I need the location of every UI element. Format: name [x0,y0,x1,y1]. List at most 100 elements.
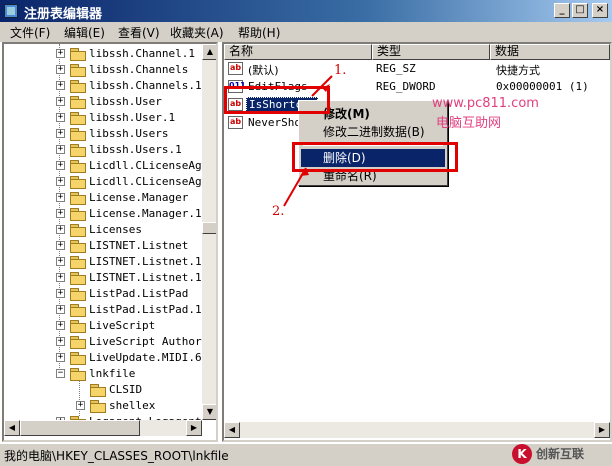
context-menu-modify-binary[interactable]: 修改二进制数据(B) [301,123,445,141]
tree-node[interactable]: + LiveUpdate.MIDI.6 [4,350,202,366]
expand-plus-icon[interactable]: + [56,321,65,330]
tree-node[interactable]: CLSID [4,382,200,398]
tree-node-label: libssh.User.1 [89,111,176,124]
scroll-up-arrow-icon[interactable]: ▲ [202,44,216,60]
menu-bar: 文件(F) 编辑(E) 查看(V) 收藏夹(A) 帮助(H) [0,22,612,42]
expand-plus-icon[interactable]: + [56,145,65,154]
tree-node[interactable]: + libssh.Users [4,126,200,142]
close-button[interactable]: × [592,3,608,18]
tree-node[interactable]: − lnkfile [4,366,200,382]
tree-node[interactable]: + LiveScript Author [4,334,202,350]
folder-icon [70,128,86,141]
expand-plus-icon[interactable]: + [56,353,65,362]
tree-node[interactable]: + LISTNET.Listnet.11 [4,254,208,270]
tree-node[interactable]: + libssh.Channels [4,62,200,78]
tree-scroll-thumb[interactable] [202,222,216,234]
tree-node[interactable]: + ListPad.ListPad [4,286,200,302]
tree-node-label: libssh.Channels.1 [89,79,202,92]
tree-node[interactable]: + Licdll.CLicenseAgen [4,174,215,190]
menu-edit[interactable]: 编辑(E) [64,24,105,41]
menu-help[interactable]: 帮助(H) [238,24,280,41]
expand-plus-icon[interactable]: + [56,129,65,138]
expand-plus-icon[interactable]: + [56,193,65,202]
tree-node-label: libssh.Users [89,127,169,140]
minimize-button[interactable]: _ [554,3,570,18]
tree-node[interactable]: + License.Manager.1 [4,206,202,222]
value-row[interactable]: ab (默认) REG_SZ 快捷方式 [226,60,610,78]
expand-plus-icon[interactable]: + [56,225,65,234]
maximize-button[interactable]: □ [572,3,588,18]
tree-node[interactable]: + libssh.Channels.1 [4,78,202,94]
expand-plus-icon[interactable]: + [76,401,85,410]
tree-node-label: Licdll.CLicenseAgen [89,159,215,172]
folder-icon [70,64,86,77]
highlight-box-selected-value [224,86,330,114]
menu-view[interactable]: 查看(V) [118,24,160,41]
folder-icon [70,144,86,157]
expand-plus-icon[interactable]: + [56,161,65,170]
scroll-down-arrow-icon[interactable]: ▼ [202,404,216,420]
column-header-data[interactable]: 数据 [490,44,610,60]
tree-node[interactable]: + libssh.User [4,94,200,110]
watermark-name: 电脑互助网 [436,116,502,131]
expand-plus-icon[interactable]: + [56,289,65,298]
scroll-left-arrow-icon[interactable]: ◀ [4,420,20,436]
expand-plus-icon[interactable]: + [56,81,65,90]
tree-node-label: libssh.Channels [89,63,189,76]
tree-vertical-scrollbar[interactable]: ▲ ▼ [202,44,216,420]
collapse-minus-icon[interactable]: − [56,369,65,378]
expand-plus-icon[interactable]: + [56,177,65,186]
string-value-icon: ab [228,62,243,75]
tree-node-label: LISTNET.Listnet [89,239,189,252]
scroll-right-arrow-icon[interactable]: ▶ [186,420,202,436]
tree-node-label: Licenses [89,223,142,236]
tree-node-label: ListPad.ListPad [89,287,189,300]
scroll-left-arrow-icon[interactable]: ◀ [224,422,240,438]
tree-node[interactable]: + Licenses [4,222,200,238]
expand-plus-icon[interactable]: + [56,209,65,218]
folder-icon [70,192,86,205]
tree-node[interactable]: + LiveScript [4,318,200,334]
expand-plus-icon[interactable]: + [56,65,65,74]
expand-plus-icon[interactable]: + [56,241,65,250]
expand-plus-icon[interactable]: + [56,305,65,314]
values-horizontal-scrollbar[interactable]: ◀ ▶ [224,422,610,438]
tree-node-label: License.Manager [89,191,189,204]
tree-node-label: libssh.Users.1 [89,143,182,156]
tree-node[interactable]: + libssh.Channel.1 [4,46,200,62]
expand-plus-icon[interactable]: + [56,257,65,266]
menu-file[interactable]: 文件(F) [10,24,50,41]
string-value-icon: ab [228,116,243,129]
tree-node[interactable]: + libssh.Users.1 [4,142,200,158]
menu-favorites[interactable]: 收藏夹(A) [170,24,224,41]
expand-plus-icon[interactable]: + [56,49,65,58]
folder-icon [70,176,86,189]
window-title: 注册表编辑器 [24,7,103,22]
folder-icon [70,80,86,93]
tree-node-label: libssh.Channel.1 [89,47,195,60]
column-header-name[interactable]: 名称 [224,44,372,60]
tree-node[interactable]: + ListPad.ListPad.1 [4,302,202,318]
folder-icon [70,160,86,173]
highlight-box-delete-item [292,142,458,172]
tree-horizontal-scrollbar[interactable]: ◀ ▶ [4,420,202,436]
value-name: (默认) [248,64,279,77]
tree-node[interactable]: + shellex [4,398,200,414]
expand-plus-icon[interactable]: + [56,337,65,346]
tree-node[interactable]: + Licdll.CLicenseAgen [4,158,215,174]
folder-icon [70,240,86,253]
scroll-right-arrow-icon[interactable]: ▶ [594,422,610,438]
tree-node[interactable]: + LISTNET.Listnet [4,238,200,254]
expand-plus-icon[interactable]: + [56,273,65,282]
expand-plus-icon[interactable]: + [56,97,65,106]
brand-logo: K 创新互联 [512,444,610,464]
brand-logo-icon: K [512,444,532,464]
tree-hscroll-thumb[interactable] [20,420,140,436]
column-header-type[interactable]: 类型 [372,44,490,60]
tree-node[interactable]: + libssh.User.1 [4,110,200,126]
tree-node[interactable]: + LISTNET.Listnet.12 [4,270,208,286]
tree-node[interactable]: + License.Manager [4,190,200,206]
annotation-step-2: 2. [272,204,285,219]
expand-plus-icon[interactable]: + [56,113,65,122]
registry-tree-pane[interactable]: + libssh.Channel.1 + libssh.Channels + libssh… [2,42,218,442]
